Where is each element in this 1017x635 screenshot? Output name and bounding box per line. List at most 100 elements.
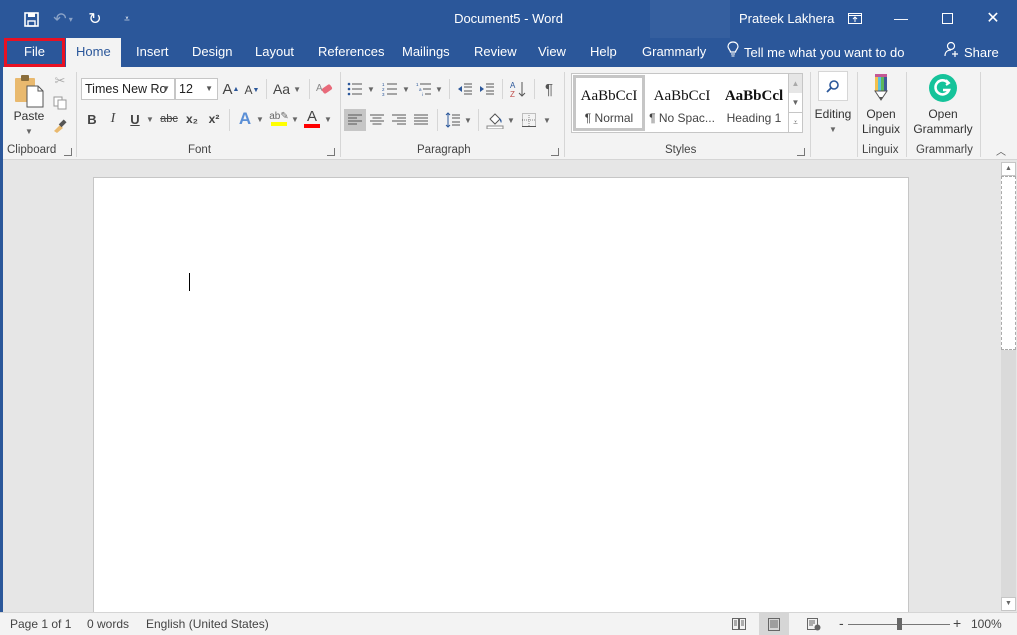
open-linguix-button[interactable]: Open Linguix (859, 73, 903, 137)
paste-icon[interactable] (12, 73, 46, 109)
underline-button[interactable]: U (127, 109, 143, 129)
font-color-dropdown-icon[interactable]: ▼ (323, 109, 333, 129)
chevron-down-icon[interactable]: ▼ (162, 79, 170, 99)
share-button[interactable]: Share (944, 38, 999, 67)
justify-button[interactable] (411, 109, 431, 131)
page-count[interactable]: Page 1 of 1 (10, 617, 71, 631)
user-name[interactable]: Prateek Lakhera (739, 11, 834, 26)
scroll-thumb[interactable] (1001, 176, 1016, 350)
word-count[interactable]: 0 words (87, 617, 129, 631)
tab-file[interactable]: File (4, 38, 65, 67)
clear-formatting-icon[interactable]: A (314, 79, 334, 99)
tell-me-box[interactable]: Tell me what you want to do (727, 38, 904, 67)
zoom-in-button[interactable]: + (953, 615, 961, 631)
style-sample: AaBbCcI (580, 88, 638, 104)
font-name-combo[interactable]: Times New Ro ▼ (81, 78, 175, 100)
paragraph-launcher-icon[interactable] (551, 148, 559, 156)
editing-button[interactable]: Editing ▼ (812, 71, 854, 137)
styles-launcher-icon[interactable] (797, 148, 805, 156)
text-effects-icon[interactable]: A (235, 109, 255, 129)
grow-font-icon[interactable]: A ▲ (222, 79, 240, 99)
decrease-indent-icon[interactable] (455, 79, 475, 99)
linguix-line2: Linguix (861, 122, 901, 136)
multilevel-dropdown-icon[interactable]: ▼ (434, 79, 444, 99)
paste-button[interactable]: Paste ▼ (10, 109, 48, 139)
tab-home[interactable]: Home (66, 38, 121, 67)
open-grammarly-button[interactable]: Open Grammarly (910, 73, 976, 137)
numbering-dropdown-icon[interactable]: ▼ (401, 79, 411, 99)
maximize-icon[interactable] (924, 4, 970, 32)
scroll-down-icon[interactable]: ▼ (1001, 597, 1016, 611)
text-effects-dropdown-icon[interactable]: ▼ (255, 109, 265, 129)
font-color-icon[interactable]: A (303, 107, 321, 129)
align-right-button[interactable] (389, 109, 409, 131)
tab-review[interactable]: Review (464, 38, 527, 67)
close-icon[interactable]: ✕ (970, 4, 1016, 32)
shrink-font-icon[interactable]: A ▼ (244, 81, 260, 99)
align-center-button[interactable] (367, 109, 387, 131)
styles-scroll-up-icon[interactable]: ▲ (789, 74, 802, 93)
tab-insert[interactable]: Insert (126, 38, 179, 67)
tab-references[interactable]: References (308, 38, 394, 67)
show-formatting-marks-button[interactable]: ¶ (539, 79, 559, 99)
underline-dropdown-icon[interactable]: ▼ (145, 109, 155, 129)
zoom-out-button[interactable]: - (839, 615, 844, 631)
tab-mailings[interactable]: Mailings (392, 38, 460, 67)
scroll-up-icon[interactable]: ▲ (1001, 162, 1016, 176)
italic-button[interactable]: I (105, 109, 121, 129)
tab-view[interactable]: View (528, 38, 576, 67)
web-layout-icon[interactable] (799, 613, 829, 635)
shading-icon[interactable] (484, 109, 506, 131)
zoom-level[interactable]: 100% (971, 617, 1002, 631)
paste-dropdown-icon[interactable]: ▼ (10, 124, 48, 139)
borders-dropdown-icon[interactable]: ▼ (542, 109, 552, 131)
shading-dropdown-icon[interactable]: ▼ (506, 109, 516, 131)
superscript-button[interactable]: x² (205, 109, 223, 129)
copy-icon[interactable] (52, 95, 68, 111)
change-case-button[interactable]: Aa ▼ (272, 79, 302, 99)
borders-icon[interactable] (518, 109, 540, 131)
minimize-icon[interactable]: — (878, 4, 924, 32)
style-normal[interactable]: AaBbCcI ¶ Normal (573, 75, 645, 131)
grammarly-line2: Grammarly (913, 122, 973, 136)
styles-more-icon[interactable]: ⩡ (789, 112, 802, 131)
ribbon-display-options-icon[interactable] (832, 4, 878, 32)
style-sample: AaBbCcl (724, 88, 784, 104)
align-left-button[interactable] (344, 109, 366, 131)
tab-help[interactable]: Help (580, 38, 627, 67)
increase-indent-icon[interactable] (477, 79, 497, 99)
bullets-dropdown-icon[interactable]: ▼ (366, 79, 376, 99)
bullets-icon[interactable] (345, 79, 365, 99)
tab-grammarly[interactable]: Grammarly (632, 38, 716, 67)
style-heading-1[interactable]: AaBbCcl Heading 1 (718, 75, 790, 131)
format-painter-icon[interactable] (52, 117, 68, 133)
font-size-combo[interactable]: 12 ▼ (175, 78, 218, 100)
subscript-button[interactable]: x₂ (183, 109, 201, 129)
vertical-scrollbar[interactable]: ▲ ▼ (1001, 162, 1016, 611)
chevron-down-icon[interactable]: ▼ (205, 79, 213, 99)
style-no-spacing[interactable]: AaBbCcI ¶ No Spac... (646, 75, 718, 131)
clipboard-launcher-icon[interactable] (64, 148, 72, 156)
read-mode-icon[interactable] (724, 613, 754, 635)
document-page[interactable] (93, 177, 909, 617)
print-layout-icon[interactable] (759, 613, 789, 635)
style-name: Heading 1 (726, 111, 782, 125)
ribbon-tabs: File Home Insert Design Layout Reference… (0, 38, 1017, 67)
tab-design[interactable]: Design (182, 38, 242, 67)
styles-scroll-down-icon[interactable]: ▼ (789, 93, 802, 112)
sort-icon[interactable]: AZ (508, 79, 528, 99)
tab-layout[interactable]: Layout (245, 38, 304, 67)
zoom-slider-thumb[interactable] (896, 618, 902, 630)
strikethrough-button[interactable]: abc (158, 109, 180, 129)
collapse-ribbon-icon[interactable]: ︿ (994, 143, 1008, 158)
bold-button[interactable]: B (84, 109, 100, 129)
language[interactable]: English (United States) (146, 617, 269, 631)
highlight-dropdown-icon[interactable]: ▼ (290, 109, 300, 129)
multilevel-list-icon[interactable]: 1ai (414, 79, 434, 99)
line-spacing-icon[interactable] (443, 109, 463, 131)
cut-icon[interactable]: ✂ (52, 73, 68, 89)
numbering-icon[interactable]: 123 (380, 79, 400, 99)
font-launcher-icon[interactable] (327, 148, 335, 156)
line-spacing-dropdown-icon[interactable]: ▼ (463, 109, 473, 131)
highlight-color-icon[interactable]: ab✎ (269, 107, 289, 129)
